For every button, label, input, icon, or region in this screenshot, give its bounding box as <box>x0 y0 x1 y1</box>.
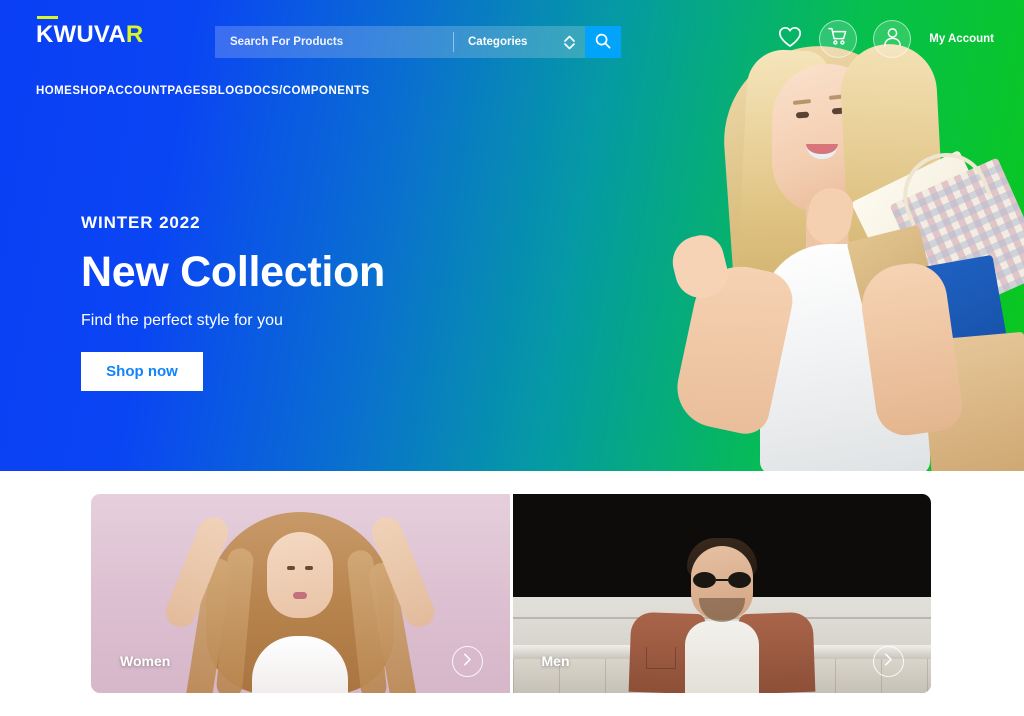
nav-item-home[interactable]: HOME <box>36 85 72 97</box>
nav-item-pages[interactable]: PAGES <box>167 85 209 97</box>
hero-eyebrow: WINTER 2022 <box>81 213 201 232</box>
main-navigation: HOME SHOP ACCOUNT PAGES BLOG DOCS/COMPON… <box>0 70 1024 112</box>
heart-icon <box>778 26 802 53</box>
category-card-women[interactable]: Women <box>91 494 510 693</box>
user-icon <box>883 27 902 52</box>
category-card-label: Men <box>541 653 570 669</box>
category-card-arrow-men[interactable] <box>873 646 904 677</box>
my-account-link[interactable]: My Account <box>929 33 994 45</box>
hero-banner: KWUVAR Categories <box>0 0 1024 471</box>
category-cards-row: Women Men <box>91 494 931 693</box>
logo-bar-icon <box>37 16 58 19</box>
shopping-cart-icon <box>828 27 848 51</box>
wishlist-button[interactable] <box>777 26 803 52</box>
logo-text-main: KWUVA <box>36 21 126 48</box>
header-actions: My Account <box>777 20 994 58</box>
cart-button[interactable] <box>819 20 858 58</box>
category-card-men[interactable]: Men <box>512 494 931 693</box>
nav-item-blog[interactable]: BLOG <box>209 85 244 97</box>
hero-headline: New Collection <box>81 248 386 296</box>
chevron-right-icon <box>884 653 893 671</box>
category-card-label: Women <box>120 653 171 669</box>
nav-item-docs-components[interactable]: DOCS/COMPONENTS <box>244 85 370 97</box>
category-cards-section: Women Men <box>0 471 1024 716</box>
logo-text-accent: R <box>125 21 144 48</box>
hero-content: WINTER 2022 New Collection Find the perf… <box>81 213 551 392</box>
nav-item-account[interactable]: ACCOUNT <box>107 85 168 97</box>
nav-item-shop[interactable]: SHOP <box>72 85 106 97</box>
chevron-right-icon <box>463 653 472 671</box>
hero-subhead: Find the perfect style for you <box>81 312 283 330</box>
account-button[interactable] <box>873 20 912 58</box>
shop-now-button[interactable]: Shop now <box>81 352 203 392</box>
category-card-arrow-women[interactable] <box>451 646 483 677</box>
site-logo[interactable]: KWUVAR <box>36 16 144 48</box>
